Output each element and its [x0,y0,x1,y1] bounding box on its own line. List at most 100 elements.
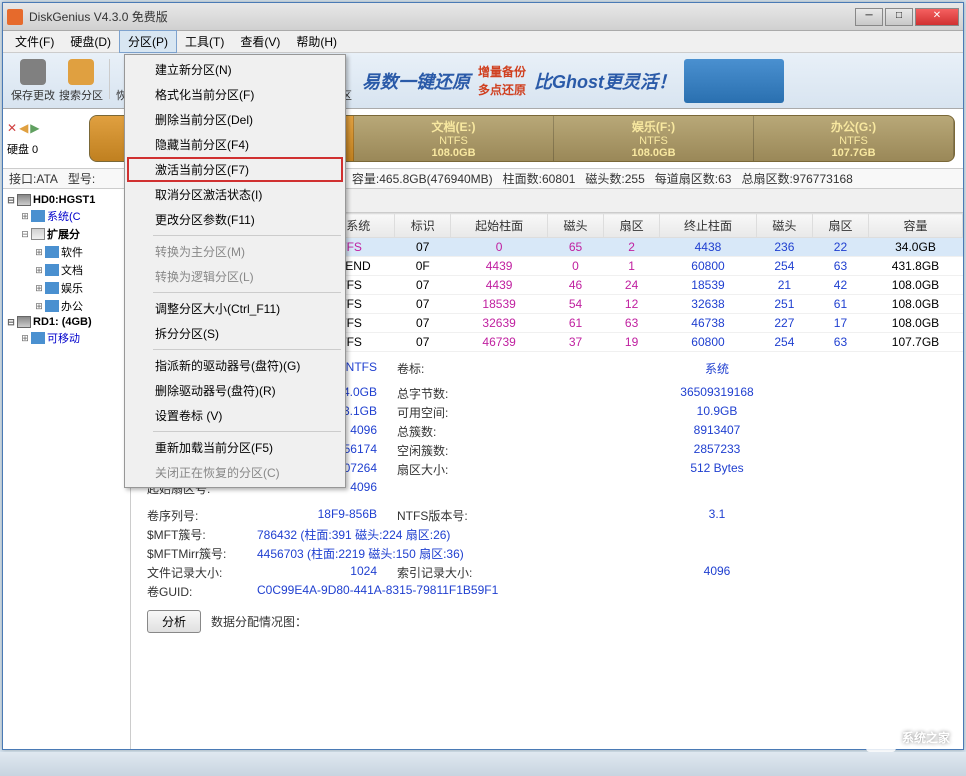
menu-hide-partition[interactable]: 隐藏当前分区(F4) [127,132,343,157]
detail-idxrec: 4096 [487,564,947,581]
disk-nav: ✕ ◀ ▶ 硬盘 0 [3,109,81,168]
menu-1[interactable]: 硬盘(D) [62,31,119,52]
tree-vol-icon [45,246,59,258]
col-header[interactable]: 扇区 [812,214,868,238]
menu-item-icon [131,300,147,316]
analyze-button[interactable]: 分析 [147,610,201,633]
tree-expander-icon[interactable]: ⊟ [19,229,31,240]
menu-remove-letter[interactable]: 删除驱动器号(盘符)(R) [127,378,343,403]
menu-item-icon [131,382,147,398]
detail-serial: 18F9-856B [257,507,397,524]
menu-2[interactable]: 分区(P) [119,30,177,53]
tree-expander-icon[interactable]: ⊞ [33,265,45,276]
tree-hdd-icon [17,194,31,206]
menu-item-icon [131,186,147,202]
menu-item-icon [131,439,147,455]
col-header[interactable]: 磁头 [756,214,812,238]
tree-expander-icon[interactable]: ⊟ [5,195,17,206]
app-icon [7,9,23,25]
maximize-button[interactable]: □ [885,8,913,26]
col-header[interactable]: 起始柱面 [451,214,548,238]
minimize-button[interactable]: ─ [855,8,883,26]
tree-vol-doc[interactable]: ⊞文档 [5,261,128,279]
menu-assign-letter[interactable]: 指派新的驱动器号(盘符)(G) [127,353,343,378]
menu-split[interactable]: 拆分分区(S) [127,321,343,346]
menu-deactivate-partition[interactable]: 取消分区激活状态(I) [127,182,343,207]
menu-new-partition[interactable]: 建立新分区(N) [127,57,343,82]
tree-expander-icon[interactable]: ⊞ [33,283,45,294]
cylinder-娱乐(F:)[interactable]: 娱乐(F:)NTFS108.0GB [554,116,754,161]
menu-3[interactable]: 工具(T) [177,31,232,52]
menu-close-recover: 关闭正在恢复的分区(C) [127,460,343,485]
tree-vol-system[interactable]: ⊞系统(C [5,207,128,225]
close-button[interactable]: ✕ [915,8,959,26]
menu-format-partition[interactable]: 格式化当前分区(F) [127,82,343,107]
col-header[interactable]: 容量 [868,214,962,238]
menu-resize[interactable]: 调整分区大小(Ctrl_F11) [127,296,343,321]
tree-vol-office[interactable]: ⊞办公 [5,297,128,315]
menu-change-params[interactable]: 更改分区参数(F11) [127,207,343,232]
detail-mft-label: $MFT簇号: [147,526,257,543]
info-interface: 接口:ATA [9,170,58,187]
ad-image [684,59,784,103]
menubar: 文件(F)硬盘(D)分区(P)工具(T)查看(V)帮助(H) [3,31,963,53]
menu-activate-partition[interactable]: 激活当前分区(F7) [127,157,343,182]
titlebar: DiskGenius V4.3.0 免费版 ─ □ ✕ [3,3,963,31]
detail-guid: C0C99E4A-9D80-441A-8315-79811F1B59F1 [257,583,947,600]
disk-label: 硬盘 0 [7,141,77,157]
menu-item-icon [131,407,147,423]
menu-reload[interactable]: 重新加载当前分区(F5) [127,435,343,460]
nav-fwd-icon[interactable]: ▶ [30,121,39,135]
menu-item-icon [131,111,147,127]
menu-0[interactable]: 文件(F) [7,31,62,52]
tree-vol-soft[interactable]: ⊞软件 [5,243,128,261]
tree-expander-icon[interactable]: ⊞ [19,333,31,344]
info-capacity: 容量:465.8GB(476940MB) [352,170,493,187]
cylinder-办公(G:)[interactable]: 办公(G:)NTFS107.7GB [754,116,954,161]
col-header[interactable]: 标识 [395,214,451,238]
tree-expander-icon[interactable]: ⊞ [33,301,45,312]
ad-text-2: 增量备份多点还原 [478,63,526,98]
tree-disk-rd1[interactable]: ⊟RD1: (4GB) [5,315,128,329]
tree-vol-icon [45,264,59,276]
menu-item-icon [131,325,147,341]
detail-mftmirr-label: $MFTMirr簇号: [147,545,257,562]
detail-vollabel: 系统 [487,360,947,377]
tree-vol-icon [45,282,59,294]
menu-5[interactable]: 帮助(H) [288,31,345,52]
toolbar-搜索分区[interactable]: 搜索分区 [57,59,105,103]
nav-back-icon[interactable]: ◀ [19,121,28,135]
tree-vol-icon [45,300,59,312]
info-cylinders: 柱面数:60801 [503,170,576,187]
tree-disk-hd0[interactable]: ⊟HD0:HGST1 [5,193,128,207]
col-header[interactable]: 终止柱面 [660,214,757,238]
tree-vol-ent[interactable]: ⊞娱乐 [5,279,128,297]
ad-text-1: 易数一键还原 [362,68,470,94]
col-header[interactable]: 扇区 [604,214,660,238]
analyze-label: 数据分配情况图： [211,613,307,630]
tree-vol-icon [31,210,45,222]
menu-set-label[interactable]: 设置卷标 (V) [127,403,343,428]
info-heads: 磁头数:255 [585,170,644,187]
tree-vol-removable[interactable]: ⊞可移动 [5,329,128,347]
detail-mftmirr: 4456703 (柱面:2219 磁头:150 扇区:36) [257,545,947,562]
detail-serial-label: 卷序列号: [147,507,257,524]
tree-expander-icon[interactable]: ⊞ [33,247,45,258]
tree-ext-partition[interactable]: ⊟扩展分 [5,225,128,243]
detail-guid-label: 卷GUID: [147,583,257,600]
toolbar-保存更改[interactable]: 保存更改 [9,59,57,103]
window-buttons: ─ □ ✕ [855,8,959,26]
menu-item-icon [131,61,147,77]
ad-text-3: 比Ghost更灵活！ [534,68,676,94]
menu-to-primary: 转换为主分区(M) [127,239,343,264]
menu-delete-partition[interactable]: 删除当前分区(Del) [127,107,343,132]
nav-close-icon[interactable]: ✕ [7,121,17,135]
menu-4[interactable]: 查看(V) [232,31,288,52]
menu-item-icon [131,268,147,284]
tree-expander-icon[interactable]: ⊞ [19,211,31,222]
tree-disk-icon [31,228,45,240]
menu-item-icon [131,211,147,227]
col-header[interactable]: 磁头 [548,214,604,238]
cylinder-文档(E:)[interactable]: 文档(E:)NTFS108.0GB [354,116,554,161]
tree-expander-icon[interactable]: ⊟ [5,317,17,328]
